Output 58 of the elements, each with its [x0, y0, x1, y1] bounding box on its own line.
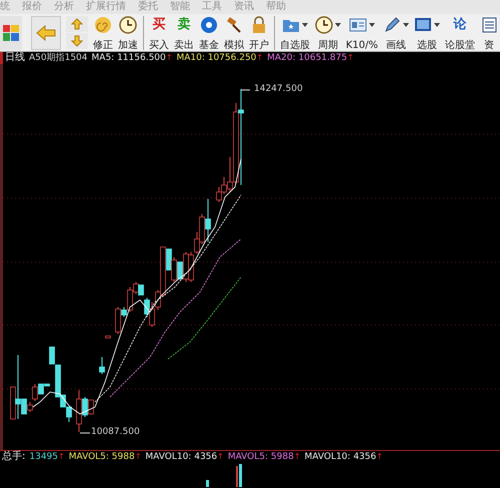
leader-line — [80, 432, 90, 434]
toolbar-button[interactable]: 资 — [478, 14, 500, 50]
up-arrow-text: ↑ — [347, 54, 354, 62]
spiral-icon — [94, 16, 112, 34]
volume-value: 13495 — [29, 452, 58, 462]
indicator-value: MAVOL5: 5988 — [68, 452, 135, 462]
gavel-icon — [224, 16, 243, 34]
toolbar-button[interactable]: K10/% — [344, 14, 380, 50]
toolbar-button[interactable]: 论 论股堂 — [443, 14, 478, 50]
down-button[interactable] — [66, 33, 88, 49]
color-tiles-button[interactable] — [0, 16, 22, 50]
down-arrow-icon — [70, 35, 83, 47]
tiles-icon — [2, 24, 19, 40]
up-button[interactable] — [66, 16, 88, 32]
candlestick — [105, 336, 111, 338]
up-arrow-text: ↑ — [217, 453, 224, 461]
character-icon: 卖 — [177, 18, 190, 31]
up-arrow-text: ↑ — [376, 453, 383, 461]
up-arrow-icon — [70, 18, 83, 30]
indicator-value: MAVOL10: 4356 — [145, 452, 218, 462]
toolbar-button[interactable]: 选股 — [412, 14, 442, 50]
character-icon: 论 — [454, 18, 467, 31]
disc-icon — [200, 16, 218, 34]
up-arrow-text: ↑ — [256, 54, 264, 62]
toolbar-button[interactable]: 修正 — [90, 14, 115, 50]
toolbar-button[interactable]: 画线 — [381, 14, 412, 50]
character-icon: 买 — [152, 18, 166, 31]
toolbar-button[interactable]: 卖 卖出 — [172, 14, 196, 50]
high-price-label: 14247.500 — [254, 85, 303, 94]
toolbar-button[interactable]: 买 买入 — [146, 14, 171, 50]
clock-icon — [314, 16, 333, 34]
candlestick — [99, 356, 105, 374]
back-button[interactable] — [30, 16, 61, 50]
symbol-label: A50期指1504 — [29, 54, 88, 62]
low-price-label: 10087.500 — [91, 428, 140, 437]
up-arrow-text: ↑ — [134, 453, 142, 461]
up-arrow-text: ↑ — [58, 453, 65, 461]
toolbar-button[interactable]: 基金 — [196, 14, 221, 50]
toolbar-button[interactable]: 加速 — [116, 14, 140, 50]
volume-bar — [206, 480, 209, 487]
left-arrow-icon — [36, 24, 56, 40]
indicator-value: MAVOL5: 5988 — [228, 452, 294, 462]
toolbar-button[interactable]: 模拟 — [222, 14, 246, 50]
document-icon — [480, 16, 498, 34]
volume-label: 总手: — [2, 452, 26, 462]
indicator-value: MA5: 11156.500 — [92, 54, 166, 62]
monitor-icon — [414, 16, 432, 34]
chart-card-icon — [348, 16, 367, 34]
clock-icon — [118, 16, 137, 34]
up-arrow-text: ↑ — [166, 54, 172, 62]
toolbar-button[interactable]: 自选股 — [278, 14, 312, 50]
toolbar-button[interactable]: 开户 — [246, 14, 271, 50]
indicator-value: MA20: 10651.875 — [267, 54, 348, 62]
up-arrow-text: ↑ — [294, 453, 301, 461]
toolbar-button[interactable]: 周期 — [312, 14, 343, 50]
indicator-value: MA10: 10756.250 — [176, 54, 256, 62]
period-label: 日线 — [5, 53, 25, 63]
indicator-value: MAVOL10: 4356 — [304, 452, 376, 462]
